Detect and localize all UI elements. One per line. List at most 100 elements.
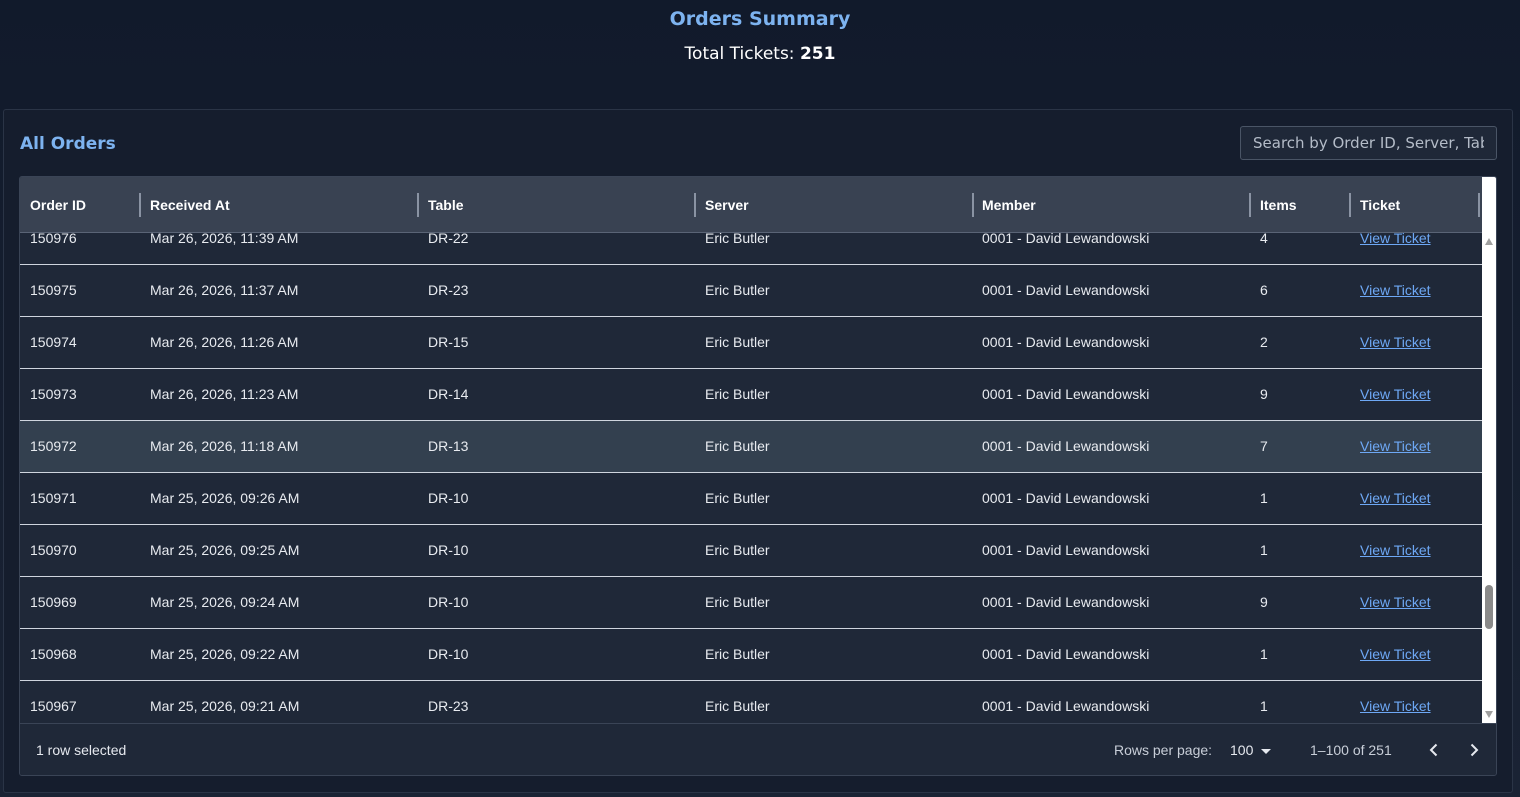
cell-table[interactable]: DR-13 bbox=[418, 421, 695, 472]
cell-member[interactable]: 0001 - David Lewandowski bbox=[972, 681, 1250, 723]
cell-member[interactable]: 0001 - David Lewandowski bbox=[972, 577, 1250, 628]
table-row[interactable]: 150970 Mar 25, 2026, 09:25 AM DR-10 Eric Bu… bbox=[20, 525, 1482, 577]
column-separator[interactable] bbox=[1478, 193, 1480, 217]
view-ticket-link[interactable]: View Ticket bbox=[1360, 438, 1431, 454]
cell-table[interactable]: DR-10 bbox=[418, 577, 695, 628]
cell-member[interactable]: 0001 - David Lewandowski bbox=[972, 265, 1250, 316]
cell-received-at[interactable]: Mar 26, 2026, 11:37 AM bbox=[140, 265, 418, 316]
cell-member[interactable]: 0001 - David Lewandowski bbox=[972, 629, 1250, 680]
table-row[interactable]: 150967 Mar 25, 2026, 09:21 AM DR-23 Eric Bu… bbox=[20, 681, 1482, 723]
cell-server[interactable]: Eric Butler bbox=[695, 421, 972, 472]
view-ticket-link[interactable]: View Ticket bbox=[1360, 386, 1431, 402]
cell-server[interactable]: Eric Butler bbox=[695, 265, 972, 316]
cell-items[interactable]: 1 bbox=[1250, 525, 1350, 576]
column-header-table[interactable]: Table bbox=[418, 177, 695, 233]
table-row[interactable]: 150969 Mar 25, 2026, 09:24 AM DR-10 Eric Bu… bbox=[20, 577, 1482, 629]
cell-server[interactable]: Eric Butler bbox=[695, 629, 972, 680]
cell-items[interactable]: 1 bbox=[1250, 473, 1350, 524]
column-header-member[interactable]: Member bbox=[972, 177, 1250, 233]
cell-received-at[interactable]: Mar 25, 2026, 09:24 AM bbox=[140, 577, 418, 628]
cell-order-id[interactable]: 150971 bbox=[20, 473, 140, 524]
view-ticket-link[interactable]: View Ticket bbox=[1360, 698, 1431, 714]
cell-server[interactable]: Eric Butler bbox=[695, 233, 972, 264]
cell-order-id[interactable]: 150976 bbox=[20, 233, 140, 264]
view-ticket-link[interactable]: View Ticket bbox=[1360, 594, 1431, 610]
total-tickets-value: 251 bbox=[799, 44, 836, 64]
cell-order-id[interactable]: 150967 bbox=[20, 681, 140, 723]
cell-received-at[interactable]: Mar 25, 2026, 09:26 AM bbox=[140, 473, 418, 524]
cell-items[interactable]: 6 bbox=[1250, 265, 1350, 316]
cell-server[interactable]: Eric Butler bbox=[695, 317, 972, 368]
cell-server[interactable]: Eric Butler bbox=[695, 473, 972, 524]
next-page-button[interactable] bbox=[1460, 736, 1488, 764]
column-header-server[interactable]: Server bbox=[695, 177, 972, 233]
view-ticket-link[interactable]: View Ticket bbox=[1360, 646, 1431, 662]
cell-received-at[interactable]: Mar 26, 2026, 11:39 AM bbox=[140, 233, 418, 264]
vertical-scrollbar[interactable] bbox=[1482, 233, 1496, 723]
scrollbar-thumb[interactable] bbox=[1485, 585, 1493, 629]
table-row[interactable]: 150971 Mar 25, 2026, 09:26 AM DR-10 Eric Bu… bbox=[20, 473, 1482, 525]
cell-member[interactable]: 0001 - David Lewandowski bbox=[972, 369, 1250, 420]
cell-member[interactable]: 0001 - David Lewandowski bbox=[972, 473, 1250, 524]
view-ticket-link[interactable]: View Ticket bbox=[1360, 490, 1431, 506]
cell-table[interactable]: DR-10 bbox=[418, 473, 695, 524]
cell-table[interactable]: DR-14 bbox=[418, 369, 695, 420]
cell-table[interactable]: DR-23 bbox=[418, 265, 695, 316]
cell-table[interactable]: DR-10 bbox=[418, 629, 695, 680]
view-ticket-link[interactable]: View Ticket bbox=[1360, 542, 1431, 558]
cell-received-at[interactable]: Mar 26, 2026, 11:26 AM bbox=[140, 317, 418, 368]
cell-order-id[interactable]: 150975 bbox=[20, 265, 140, 316]
cell-server[interactable]: Eric Butler bbox=[695, 525, 972, 576]
cell-items[interactable]: 9 bbox=[1250, 577, 1350, 628]
cell-table[interactable]: DR-10 bbox=[418, 525, 695, 576]
column-header-order-id[interactable]: Order ID bbox=[20, 177, 140, 233]
cell-order-id[interactable]: 150968 bbox=[20, 629, 140, 680]
table-row[interactable]: 150974 Mar 26, 2026, 11:26 AM DR-15 Eric Bu… bbox=[20, 317, 1482, 369]
cell-member[interactable]: 0001 - David Lewandowski bbox=[972, 317, 1250, 368]
cell-order-id[interactable]: 150973 bbox=[20, 369, 140, 420]
cell-items[interactable]: 7 bbox=[1250, 421, 1350, 472]
orders-panel: All Orders Order ID Received At Table Se… bbox=[3, 109, 1513, 793]
cell-received-at[interactable]: Mar 25, 2026, 09:21 AM bbox=[140, 681, 418, 723]
table-row[interactable]: 150976 Mar 26, 2026, 11:39 AM DR-22 Eric Bu… bbox=[20, 233, 1482, 265]
cell-ticket: View Ticket bbox=[1350, 369, 1480, 420]
table-row[interactable]: 150968 Mar 25, 2026, 09:22 AM DR-10 Eric Bu… bbox=[20, 629, 1482, 681]
view-ticket-link[interactable]: View Ticket bbox=[1360, 233, 1431, 246]
cell-received-at[interactable]: Mar 26, 2026, 11:18 AM bbox=[140, 421, 418, 472]
cell-server[interactable]: Eric Butler bbox=[695, 577, 972, 628]
cell-received-at[interactable]: Mar 25, 2026, 09:25 AM bbox=[140, 525, 418, 576]
cell-order-id[interactable]: 150974 bbox=[20, 317, 140, 368]
cell-server[interactable]: Eric Butler bbox=[695, 369, 972, 420]
column-header-ticket[interactable]: Ticket bbox=[1350, 177, 1480, 233]
cell-items[interactable]: 1 bbox=[1250, 629, 1350, 680]
cell-member[interactable]: 0001 - David Lewandowski bbox=[972, 421, 1250, 472]
cell-received-at[interactable]: Mar 25, 2026, 09:22 AM bbox=[140, 629, 418, 680]
column-header-received-at[interactable]: Received At bbox=[140, 177, 418, 233]
cell-server[interactable]: Eric Butler bbox=[695, 681, 972, 723]
search-input[interactable] bbox=[1240, 126, 1497, 160]
previous-page-button[interactable] bbox=[1420, 736, 1448, 764]
rows-per-page-label: Rows per page: bbox=[1114, 742, 1213, 758]
cell-items[interactable]: 4 bbox=[1250, 233, 1350, 264]
view-ticket-link[interactable]: View Ticket bbox=[1360, 334, 1431, 350]
scroll-up-arrow-icon[interactable] bbox=[1485, 238, 1493, 245]
table-row[interactable]: 150975 Mar 26, 2026, 11:37 AM DR-23 Eric Bu… bbox=[20, 265, 1482, 317]
cell-order-id[interactable]: 150972 bbox=[20, 421, 140, 472]
cell-items[interactable]: 2 bbox=[1250, 317, 1350, 368]
cell-member[interactable]: 0001 - David Lewandowski bbox=[972, 525, 1250, 576]
table-row[interactable]: 150972 Mar 26, 2026, 11:18 AM DR-13 Eric Bu… bbox=[20, 421, 1482, 473]
cell-member[interactable]: 0001 - David Lewandowski bbox=[972, 233, 1250, 264]
cell-items[interactable]: 9 bbox=[1250, 369, 1350, 420]
view-ticket-link[interactable]: View Ticket bbox=[1360, 282, 1431, 298]
cell-table[interactable]: DR-23 bbox=[418, 681, 695, 723]
cell-items[interactable]: 1 bbox=[1250, 681, 1350, 723]
cell-received-at[interactable]: Mar 26, 2026, 11:23 AM bbox=[140, 369, 418, 420]
cell-table[interactable]: DR-22 bbox=[418, 233, 695, 264]
table-row[interactable]: 150973 Mar 26, 2026, 11:23 AM DR-14 Eric Bu… bbox=[20, 369, 1482, 421]
rows-per-page-select[interactable]: 100 bbox=[1226, 724, 1275, 775]
cell-order-id[interactable]: 150969 bbox=[20, 577, 140, 628]
column-header-items[interactable]: Items bbox=[1250, 177, 1350, 233]
cell-table[interactable]: DR-15 bbox=[418, 317, 695, 368]
cell-order-id[interactable]: 150970 bbox=[20, 525, 140, 576]
scroll-down-arrow-icon[interactable] bbox=[1485, 711, 1493, 718]
